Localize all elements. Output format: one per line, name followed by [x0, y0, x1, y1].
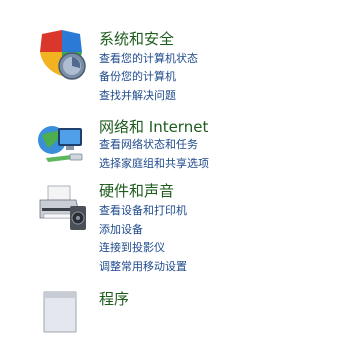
link-backup-computer[interactable]: 备份您的计算机 — [99, 70, 176, 84]
category-hardware-sound: 硬件和声音 查看设备和打印机 添加设备 连接到投影仪 调整常用移动设置 — [0, 180, 348, 280]
link-homegroup-sharing[interactable]: 选择家庭组和共享选项 — [99, 157, 209, 171]
link-view-computer-status[interactable]: 查看您的计算机状态 — [99, 52, 198, 66]
category-title-network-internet[interactable]: 网络和 Internet — [99, 118, 208, 136]
category-title-programs[interactable]: 程序 — [99, 290, 129, 308]
category-title-system-security[interactable]: 系统和安全 — [99, 30, 174, 48]
category-network-internet: 网络和 Internet 查看网络状态和任务 选择家庭组和共享选项 — [0, 110, 348, 180]
link-mobility-settings[interactable]: 调整常用移动设置 — [99, 260, 187, 274]
category-title-hardware-sound[interactable]: 硬件和声音 — [99, 182, 174, 200]
link-troubleshoot[interactable]: 查找并解决问题 — [99, 89, 176, 103]
link-devices-printers[interactable]: 查看设备和打印机 — [99, 204, 187, 218]
printer-icon[interactable] — [36, 184, 88, 234]
shield-icon[interactable] — [36, 30, 88, 80]
network-globe-icon[interactable] — [36, 118, 88, 168]
category-programs: 程序 — [0, 282, 348, 333]
link-view-network-status[interactable]: 查看网络状态和任务 — [99, 138, 198, 152]
link-add-device[interactable]: 添加设备 — [99, 223, 143, 237]
category-system-security: 系统和安全 查看您的计算机状态 备份您的计算机 查找并解决问题 — [0, 0, 348, 110]
programs-icon[interactable] — [36, 288, 88, 338]
link-connect-projector[interactable]: 连接到投影仪 — [99, 241, 165, 255]
